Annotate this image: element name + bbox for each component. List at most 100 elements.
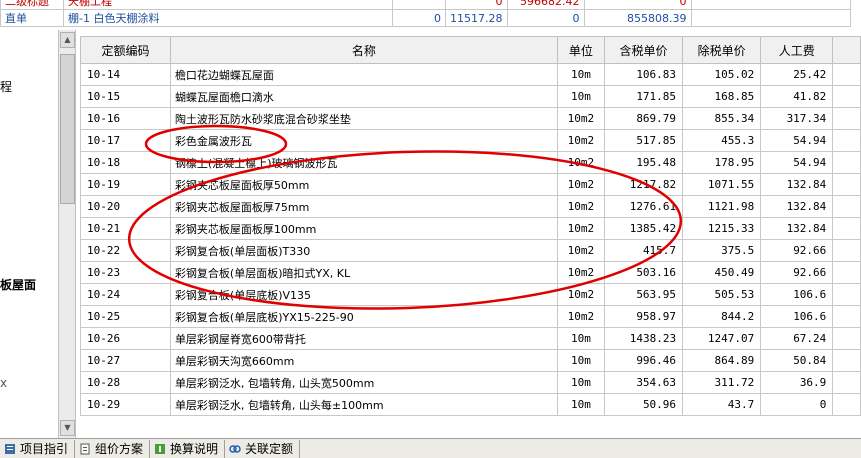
cell-name[interactable]: 单层彩钢泛水, 包墙转角, 山头每±100mm — [169, 393, 558, 416]
cell-notax-price[interactable]: 505.53 — [682, 283, 762, 306]
cell-code[interactable]: 10-23 — [80, 261, 171, 284]
cell-notax-price[interactable]: 864.89 — [682, 349, 762, 372]
cell-notax-price[interactable]: 844.2 — [682, 305, 762, 328]
cell-extra[interactable] — [832, 129, 861, 152]
cell-notax-price[interactable]: 168.85 — [682, 85, 762, 108]
cell-tax-price[interactable]: 415.7 — [603, 239, 684, 262]
cell-unit[interactable]: 10m — [556, 327, 605, 350]
cell-tax-price[interactable]: 1217.82 — [603, 173, 684, 196]
cell-unit[interactable]: 10m — [556, 63, 605, 86]
top-row[interactable]: 直单 棚-1 白色天棚涂料 0 11517.28 0 855808.39 — [0, 9, 851, 27]
cell-extra[interactable] — [832, 195, 861, 218]
cell-labor[interactable]: 92.66 — [760, 261, 834, 284]
cell-tax-price[interactable]: 517.85 — [603, 129, 684, 152]
column-header-code[interactable]: 定额编码 — [80, 36, 171, 64]
cell-tax-price[interactable]: 503.16 — [603, 261, 684, 284]
cell-code[interactable]: 10-24 — [80, 283, 171, 306]
cell-unit[interactable]: 10m2 — [556, 107, 605, 130]
cell-notax-price[interactable]: 1121.98 — [682, 195, 762, 218]
cell-name[interactable]: 陶土波形瓦防水砂浆底混合砂浆坐垫 — [169, 107, 558, 130]
cell-name[interactable]: 彩钢夹芯板屋面板厚75mm — [169, 195, 558, 218]
cell-extra[interactable] — [832, 349, 861, 372]
tab-pricing-plan[interactable]: 组价方案 — [75, 439, 151, 458]
cell-unit[interactable]: 10m2 — [556, 305, 605, 328]
cell-extra[interactable] — [832, 393, 861, 416]
cell-tax-price[interactable]: 171.85 — [603, 85, 684, 108]
cell-unit[interactable]: 10m — [556, 393, 605, 416]
cell-tax-price[interactable]: 106.83 — [603, 63, 684, 86]
scrollbar-thumb[interactable] — [60, 54, 75, 204]
cell-unit[interactable]: 10m — [556, 85, 605, 108]
column-header-labor[interactable]: 人工费 — [760, 36, 834, 64]
cell-labor[interactable]: 41.82 — [760, 85, 834, 108]
table-row[interactable]: 10-23 彩钢复合板(单层面板)暗扣式YX, KL 10m2 503.16 450.4… — [80, 261, 861, 284]
tab-related-quota[interactable]: 关联定额 — [225, 439, 301, 458]
cell-unit[interactable]: 10m2 — [556, 195, 605, 218]
cell-unit[interactable]: 10m — [556, 349, 605, 372]
table-row[interactable]: 10-17 彩色金属波形瓦 10m2 517.85 455.3 54.94 — [80, 129, 861, 152]
cell-labor[interactable]: 106.6 — [760, 305, 834, 328]
cell-labor[interactable]: 132.84 — [760, 217, 834, 240]
cell-code[interactable]: 10-28 — [80, 371, 171, 394]
cell-extra[interactable] — [832, 217, 861, 240]
cell-code[interactable]: 10-29 — [80, 393, 171, 416]
cell-tax-price[interactable]: 50.96 — [603, 393, 684, 416]
cell-code[interactable]: 10-19 — [80, 173, 171, 196]
cell-extra[interactable] — [832, 239, 861, 262]
cell-labor[interactable]: 25.42 — [760, 63, 834, 86]
cell-extra[interactable] — [832, 261, 861, 284]
cell-code[interactable]: 10-25 — [80, 305, 171, 328]
cell-notax-price[interactable]: 1071.55 — [682, 173, 762, 196]
cell-name[interactable]: 蝴蝶瓦屋面檐口滴水 — [169, 85, 558, 108]
column-header-name[interactable]: 名称 — [169, 36, 558, 64]
table-row[interactable]: 10-19 彩钢夹芯板屋面板厚50mm 10m2 1217.82 1071.55 132.… — [80, 173, 861, 196]
column-header-extra[interactable] — [832, 36, 861, 64]
left-tree-pane[interactable]: 程 板屋面 x — [0, 30, 59, 438]
cell-labor[interactable]: 54.94 — [760, 129, 834, 152]
cell-tax-price[interactable]: 354.63 — [603, 371, 684, 394]
cell-extra[interactable] — [832, 107, 861, 130]
table-row[interactable]: 10-20 彩钢夹芯板屋面板厚75mm 10m2 1276.61 1121.98 132.… — [80, 195, 861, 218]
column-header-tax-price[interactable]: 含税单价 — [603, 36, 684, 64]
column-header-notax-price[interactable]: 除税单价 — [682, 36, 762, 64]
tree-item-label[interactable]: x — [0, 376, 7, 390]
table-row[interactable]: 10-24 彩钢复合板(单层底板)V135 10m2 563.95 505.53 106.… — [80, 283, 861, 306]
table-row[interactable]: 10-15 蝴蝶瓦屋面檐口滴水 10m 171.85 168.85 41.82 — [80, 85, 861, 108]
cell-labor[interactable]: 132.84 — [760, 173, 834, 196]
cell-extra[interactable] — [832, 173, 861, 196]
column-header-unit[interactable]: 单位 — [556, 36, 605, 64]
cell-code[interactable]: 10-14 — [80, 63, 171, 86]
cell-code[interactable]: 10-26 — [80, 327, 171, 350]
cell-code[interactable]: 10-22 — [80, 239, 171, 262]
cell-name[interactable]: 钢檩上(混凝土檩上)玻璃钢波形瓦 — [169, 151, 558, 174]
cell-unit[interactable]: 10m2 — [556, 151, 605, 174]
cell-tax-price[interactable]: 869.79 — [603, 107, 684, 130]
cell-unit[interactable]: 10m2 — [556, 283, 605, 306]
cell-name[interactable]: 彩钢复合板(单层面板)T330 — [169, 239, 558, 262]
cell-code[interactable]: 10-21 — [80, 217, 171, 240]
cell-notax-price[interactable]: 311.72 — [682, 371, 762, 394]
cell-labor[interactable]: 50.84 — [760, 349, 834, 372]
cell-name[interactable]: 彩钢夹芯板屋面板厚50mm — [169, 173, 558, 196]
cell-unit[interactable]: 10m2 — [556, 239, 605, 262]
cell-notax-price[interactable]: 855.34 — [682, 107, 762, 130]
cell-name[interactable]: 彩色金属波形瓦 — [169, 129, 558, 152]
tab-conversion-notes[interactable]: 换算说明 — [150, 439, 226, 458]
tree-item-label[interactable]: 程 — [0, 78, 12, 95]
cell-labor[interactable]: 92.66 — [760, 239, 834, 262]
cell-unit[interactable]: 10m2 — [556, 261, 605, 284]
cell-labor[interactable]: 106.6 — [760, 283, 834, 306]
cell-code[interactable]: 10-20 — [80, 195, 171, 218]
cell-extra[interactable] — [832, 85, 861, 108]
cell-name[interactable]: 单层彩钢天沟宽660mm — [169, 349, 558, 372]
cell-code[interactable]: 10-16 — [80, 107, 171, 130]
cell-tax-price[interactable]: 958.97 — [603, 305, 684, 328]
cell-notax-price[interactable]: 455.3 — [682, 129, 762, 152]
cell-name[interactable]: 彩钢夹芯板屋面板厚100mm — [169, 217, 558, 240]
cell-name[interactable]: 彩钢复合板(单层底板)V135 — [169, 283, 558, 306]
cell-notax-price[interactable]: 375.5 — [682, 239, 762, 262]
table-row[interactable]: 10-14 檐口花边蝴蝶瓦屋面 10m 106.83 105.02 25.42 — [80, 63, 861, 86]
cell-labor[interactable]: 36.9 — [760, 371, 834, 394]
table-row[interactable]: 10-26 单层彩钢屋脊宽600带背托 10m 1438.23 1247.07 67.24 — [80, 327, 861, 350]
cell-name[interactable]: 檐口花边蝴蝶瓦屋面 — [169, 63, 558, 86]
